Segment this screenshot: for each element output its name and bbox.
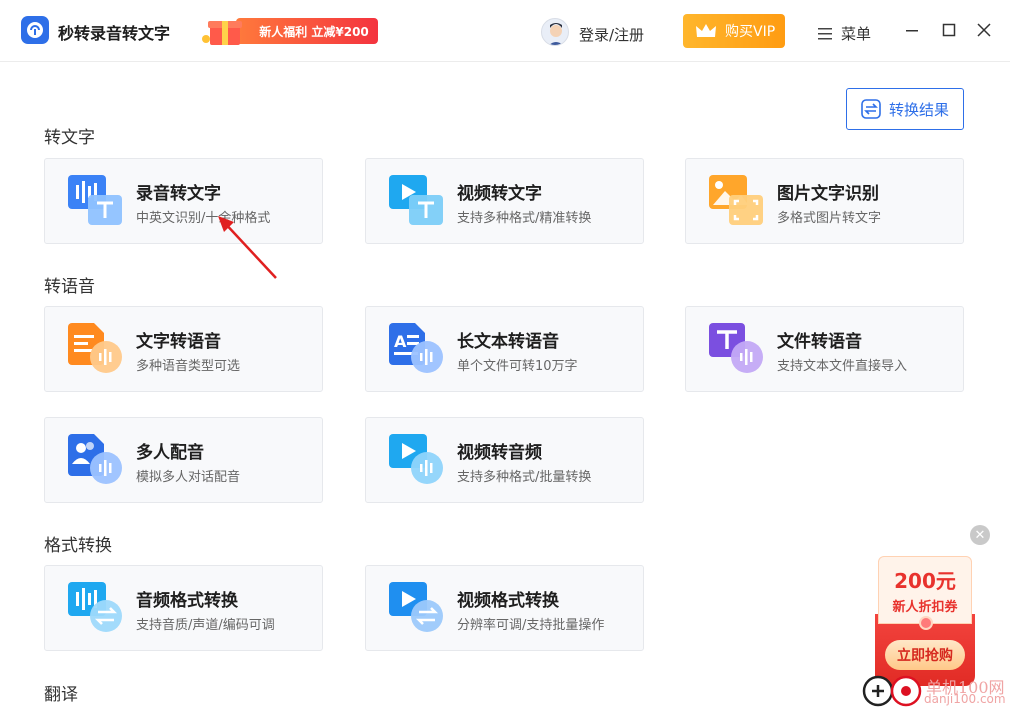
conversion-results-label: 转换结果 xyxy=(888,100,949,119)
card-video-to-text[interactable]: 视频转文字 支持多种格式/精准转换 xyxy=(365,158,644,244)
card-desc: 支持多种格式/批量转换 xyxy=(457,470,592,485)
swap-icon xyxy=(861,99,881,119)
title-bar: 秒转录音转文字 新人福利 立减¥200 登录/注册 购买VIP 菜单 xyxy=(0,0,1010,62)
file-speech-icon xyxy=(709,323,763,373)
coupon-buy-button[interactable]: 立即抢购 xyxy=(885,640,965,670)
card-desc: 支持多种格式/精准转换 xyxy=(457,211,592,226)
card-title: 视频转音频 xyxy=(457,443,542,463)
text-speech-icon xyxy=(68,323,122,373)
coupon-close-icon[interactable]: ✕ xyxy=(970,525,990,545)
svg-text:A: A xyxy=(394,332,407,351)
menu-icon xyxy=(818,27,832,39)
video-text-icon xyxy=(389,175,443,225)
app-logo-icon xyxy=(21,16,49,44)
card-desc: 单个文件可转10万字 xyxy=(457,359,578,374)
annotation-arrow xyxy=(218,216,277,279)
multi-voice-icon xyxy=(68,434,122,484)
section-title-to-text: 转文字 xyxy=(44,128,95,148)
watermark: 单机100网 danji100.com xyxy=(862,672,1010,710)
card-long-text-to-speech[interactable]: A 长文本转语音 单个文件可转10万字 xyxy=(365,306,644,392)
coupon-widget[interactable]: 200元 新人折扣券 立即抢购 xyxy=(875,556,975,686)
audio-format-icon xyxy=(68,582,122,632)
video-format-icon xyxy=(389,582,443,632)
card-desc: 模拟多人对话配音 xyxy=(136,470,241,485)
card-video-format[interactable]: 视频格式转换 分辨率可调/支持批量操作 xyxy=(365,565,644,651)
card-title: 多人配音 xyxy=(136,443,204,463)
long-text-speech-icon: A xyxy=(389,323,443,373)
card-title: 图片文字识别 xyxy=(777,184,879,204)
promo-banner[interactable]: 新人福利 立减¥200 xyxy=(196,13,380,47)
promo-text: 新人福利 立减¥200 xyxy=(236,18,378,44)
coupon-amount: 200元 xyxy=(894,569,956,593)
card-desc: 多种语音类型可选 xyxy=(136,359,241,374)
section-title-translate: 翻译 xyxy=(44,685,78,705)
conversion-results-button[interactable]: 转换结果 xyxy=(846,88,964,130)
watermark-url: danji100.com xyxy=(924,692,1006,706)
close-icon[interactable] xyxy=(976,22,992,38)
card-title: 长文本转语音 xyxy=(457,332,559,352)
card-title: 文件转语音 xyxy=(777,332,862,352)
card-desc: 支持音质/声道/编码可调 xyxy=(136,618,275,633)
card-desc: 分辨率可调/支持批量操作 xyxy=(457,618,605,633)
card-title: 录音转文字 xyxy=(136,184,221,204)
image-ocr-icon xyxy=(709,175,763,225)
card-desc: 支持文本文件直接导入 xyxy=(777,359,908,374)
section-title-format: 格式转换 xyxy=(44,536,112,556)
card-title: 视频转文字 xyxy=(457,184,542,204)
app-title: 秒转录音转文字 xyxy=(58,24,171,43)
card-image-ocr[interactable]: 图片文字识别 多格式图片转文字 xyxy=(685,158,964,244)
card-text-to-speech[interactable]: 文字转语音 多种语音类型可选 xyxy=(44,306,323,392)
video-audio-icon xyxy=(389,434,443,484)
card-audio-format[interactable]: 音频格式转换 支持音质/声道/编码可调 xyxy=(44,565,323,651)
login-register-link[interactable]: 登录/注册 xyxy=(579,24,644,45)
card-video-to-audio[interactable]: 视频转音频 支持多种格式/批量转换 xyxy=(365,417,644,503)
menu-button[interactable]: 菜单 xyxy=(817,23,871,44)
card-multi-dub[interactable]: 多人配音 模拟多人对话配音 xyxy=(44,417,323,503)
section-title-to-speech: 转语音 xyxy=(44,277,95,297)
audio-text-icon xyxy=(68,175,122,225)
coupon-ticket: 200元 新人折扣券 xyxy=(878,556,972,624)
user-avatar-icon[interactable] xyxy=(541,18,569,46)
card-file-to-speech[interactable]: 文件转语音 支持文本文件直接导入 xyxy=(685,306,964,392)
card-desc: 多格式图片转文字 xyxy=(777,211,882,226)
watermark-logo-icon xyxy=(862,675,922,707)
gift-icon xyxy=(202,21,242,45)
menu-label: 菜单 xyxy=(841,25,872,43)
minimize-icon[interactable] xyxy=(904,22,920,38)
card-title: 文字转语音 xyxy=(136,332,221,352)
buy-vip-button[interactable]: 购买VIP xyxy=(683,14,785,48)
coupon-label: 新人折扣券 xyxy=(892,600,958,615)
buy-vip-label: 购买VIP xyxy=(725,24,776,40)
card-title: 音频格式转换 xyxy=(136,591,238,611)
coupon-knob-icon xyxy=(919,616,933,630)
card-title: 视频格式转换 xyxy=(457,591,559,611)
crown-icon xyxy=(696,24,716,37)
maximize-icon[interactable] xyxy=(941,22,957,38)
